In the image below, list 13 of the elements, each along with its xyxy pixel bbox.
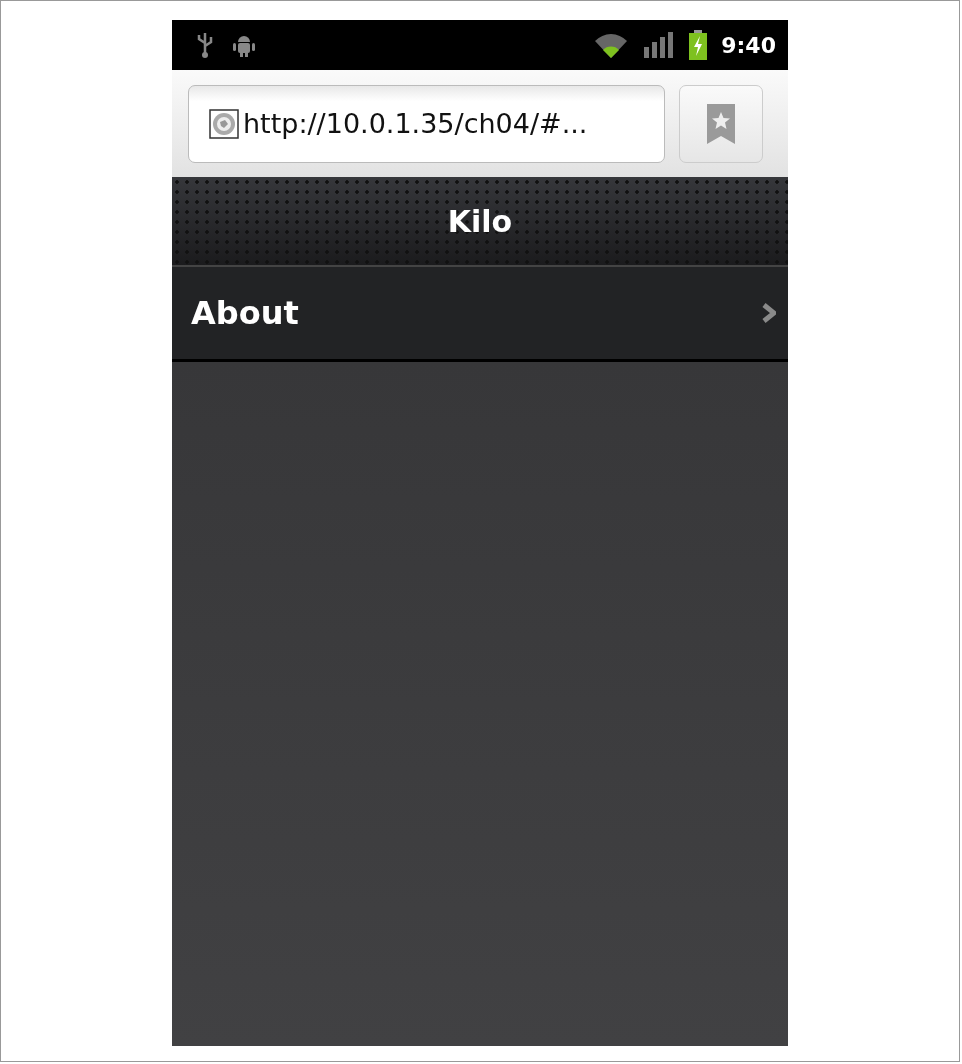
usb-icon	[196, 31, 214, 59]
menu-item[interactable]: About	[172, 267, 788, 362]
bookmark-star-icon	[705, 101, 737, 146]
status-time: 9:40	[721, 32, 776, 58]
signal-icon	[643, 31, 676, 59]
wifi-icon	[593, 31, 630, 59]
chevron-right-icon	[762, 303, 776, 323]
toolbar-title: Kilo	[447, 203, 513, 239]
battery-charging-icon	[689, 30, 708, 60]
bookmark-button[interactable]	[679, 84, 763, 163]
globe-icon	[209, 108, 239, 139]
url-field[interactable]: http://10.0.1.35/ch04/#...	[188, 84, 665, 163]
url-text: http://10.0.1.35/ch04/#...	[243, 108, 588, 139]
